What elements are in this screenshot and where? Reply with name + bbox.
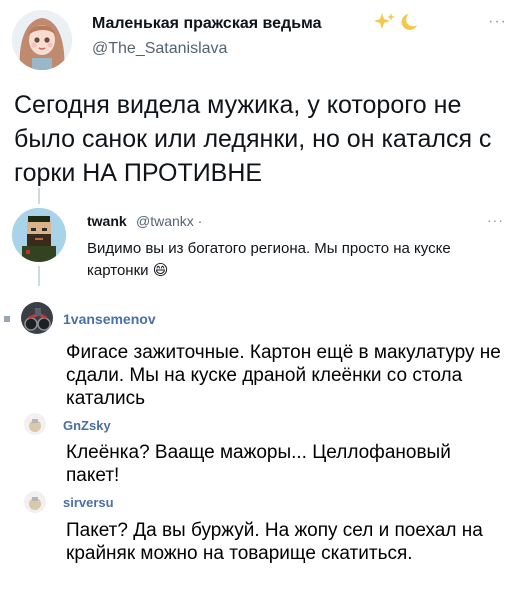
grinning-face-icon: 😄 (152, 262, 169, 279)
comment-avatar[interactable] (24, 491, 46, 513)
thread-line (38, 266, 40, 286)
more-horizontal-icon[interactable]: ··· (488, 13, 507, 31)
comment-avatar[interactable] (24, 413, 46, 435)
default-avatar-icon (24, 413, 46, 435)
comment-author[interactable]: 1vansemenov (63, 311, 156, 327)
reply-author-name[interactable]: twank (87, 213, 127, 229)
more-horizontal-icon[interactable]: ··· (487, 212, 504, 228)
author-name[interactable]: Маленькая пражская ведьма (92, 15, 322, 33)
reply-text-body: Видимо вы из богатого региона. Мы просто… (87, 240, 451, 279)
reply-author-handle[interactable]: @twankx · (136, 213, 202, 229)
girl-avatar-icon (12, 10, 72, 70)
reply-text: Видимо вы из богатого региона. Мы просто… (87, 238, 507, 282)
comment-avatar[interactable] (21, 302, 53, 334)
comment-text: Клеёнка? Вааще мажоры... Целлофановый па… (66, 442, 451, 486)
comment-author[interactable]: GnZsky (63, 418, 111, 433)
sparkles-moon-icon (373, 11, 419, 38)
comment-author[interactable]: sirversu (63, 495, 114, 510)
decorative-mark (4, 309, 10, 322)
comment-text: Пакет? Да вы буржуй. На жопу сел и поеха… (66, 520, 483, 564)
motorcycle-avatar-icon (21, 302, 53, 334)
tweet-text: Сегодня видела мужика, у которого не был… (14, 91, 492, 187)
comment-text: Фигасе зажиточные. Картон ещё в макулату… (66, 342, 501, 409)
reply-avatar[interactable] (12, 208, 66, 262)
thread-line (38, 188, 40, 204)
pixel-man-avatar-icon (12, 208, 66, 262)
author-avatar[interactable] (12, 10, 72, 70)
default-avatar-icon (24, 491, 46, 513)
author-handle[interactable]: @The_Satanislava (92, 40, 227, 58)
